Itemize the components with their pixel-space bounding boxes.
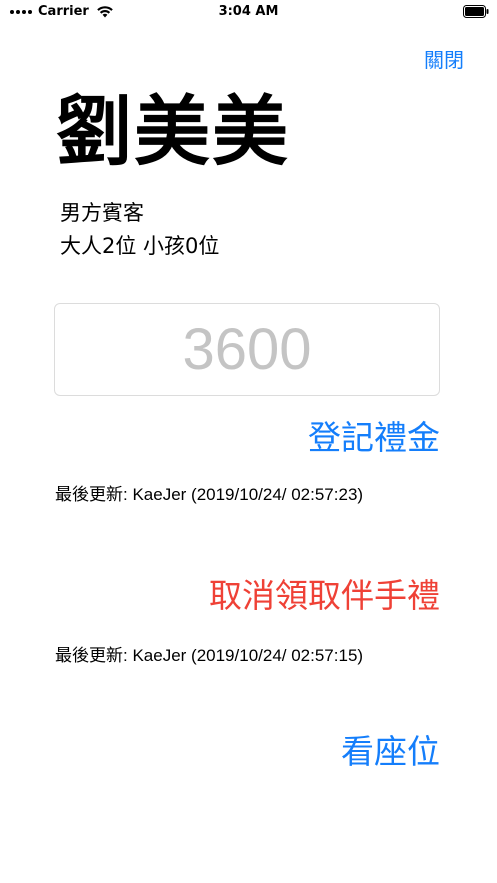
gift-last-updated: 最後更新: KaeJer (2019/10/24/ 02:57:23) [55,485,364,504]
cancel-souvenir-button[interactable]: 取消領取伴手禮 [209,574,440,618]
close-button[interactable]: 關閉 [424,44,464,73]
guest-side: 男方賓客 [60,201,144,225]
status-time: 3:04 AM [218,4,279,19]
register-gift-button[interactable]: 登記禮金 [308,416,440,460]
souvenir-last-updated: 最後更新: KaeJer (2019/10/24/ 02:57:15) [55,646,364,665]
guest-detail-screen: Carrier 3:04 AM 關閉 劉美美 男方賓客 大人2位 小孩0位 36… [0,0,497,883]
guest-count: 大人2位 小孩0位 [60,234,220,258]
gift-amount-input[interactable]: 3600 [54,303,440,396]
view-seat-button[interactable]: 看座位 [341,730,440,774]
status-bar: Carrier 3:04 AM [0,0,497,26]
battery-icon [463,5,489,18]
guest-name: 劉美美 [56,87,290,176]
